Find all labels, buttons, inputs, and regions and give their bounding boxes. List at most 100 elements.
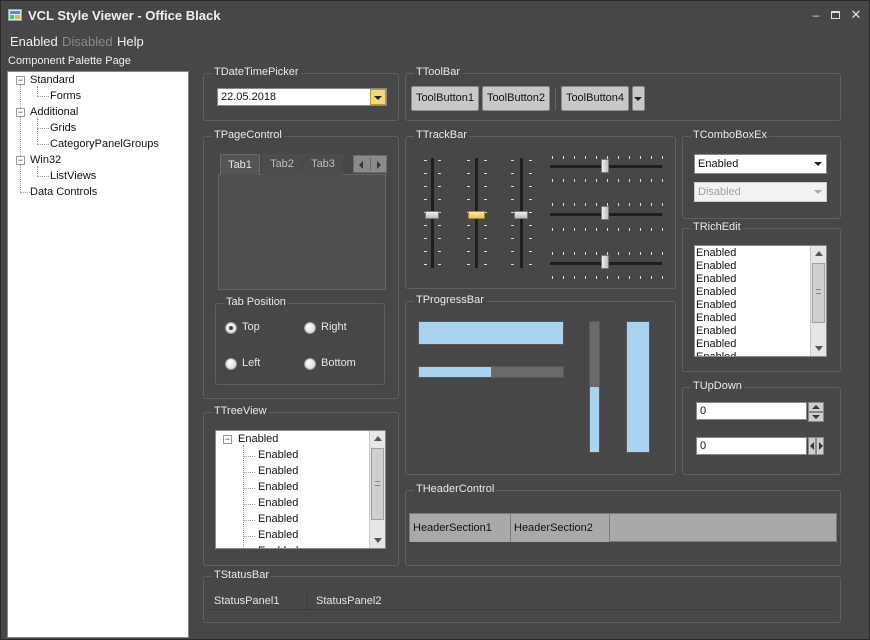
trackbar-horizontal-2[interactable] [601, 206, 609, 220]
date-input[interactable]: 22.05.2018 [217, 88, 387, 106]
updown-up-button[interactable] [808, 402, 824, 412]
arrow-right-icon [819, 442, 823, 450]
header-section-2[interactable]: HeaderSection2 [511, 514, 610, 542]
minimize-icon[interactable]: – [807, 7, 825, 23]
scroll-up-icon[interactable] [374, 436, 382, 441]
tab-scroll-buttons[interactable] [353, 155, 387, 173]
toolbutton1[interactable]: ToolButton1 [411, 86, 479, 111]
scroll-up-icon[interactable] [815, 251, 823, 256]
arrow-left-icon[interactable] [359, 161, 363, 169]
tab-sheet [218, 174, 386, 290]
trackbar-vertical-3[interactable] [514, 211, 528, 219]
treeview-item[interactable]: Enabled [258, 513, 298, 525]
comboboxex-group-title: TComboBoxEx [691, 129, 769, 141]
richedit-line: Enabled [696, 312, 737, 324]
updown-group-title: TUpDown [691, 380, 744, 392]
updown-input-vertical[interactable]: 0 [696, 402, 807, 420]
component-palette-tree[interactable]: − Standard Forms − Additional Grids Cate… [7, 71, 189, 638]
comboboxex-disabled-value: Disabled [698, 186, 741, 198]
status-bar: StatusPanel1 StatusPanel2 [207, 591, 832, 610]
radio-top[interactable] [225, 322, 237, 334]
tab-1[interactable]: Tab1 [220, 154, 260, 175]
trackbar-vertical-2[interactable] [468, 211, 485, 219]
trackbar-horizontal-3[interactable] [601, 255, 609, 269]
tree-node-grids[interactable]: Grids [50, 122, 76, 134]
tree-node-categorypanelgroups[interactable]: CategoryPanelGroups [50, 138, 159, 150]
progressbar-vertical-partial [589, 321, 600, 453]
collapse-icon[interactable]: − [16, 108, 25, 117]
richedit-box[interactable]: Enabled Enabled Enabled Enabled Enabled Enabl… [694, 245, 827, 357]
header-section-1[interactable]: HeaderSection1 [410, 514, 511, 542]
trackbar-vertical-1[interactable] [425, 211, 439, 219]
tree-node-standard[interactable]: Standard [30, 74, 75, 86]
toolbutton4[interactable]: ToolButton4 [561, 86, 629, 111]
comboboxex-enabled[interactable]: Enabled [694, 154, 827, 174]
treeview-item[interactable]: Enabled [258, 465, 298, 477]
tabposition-group [215, 303, 385, 385]
tree-node-additional[interactable]: Additional [30, 106, 78, 118]
treeview-item[interactable]: Enabled [258, 449, 298, 461]
richedit-line: Enabled [696, 286, 737, 298]
updown-left-button[interactable] [808, 437, 816, 455]
tab-2[interactable]: Tab2 [262, 154, 302, 175]
menu-help[interactable]: Help [117, 34, 144, 49]
updown-right-button[interactable] [816, 437, 824, 455]
radio-left[interactable] [225, 358, 237, 370]
tab-3[interactable]: Tab3 [303, 154, 343, 175]
radio-top-label: Top [242, 321, 260, 333]
collapse-icon[interactable]: − [223, 435, 232, 444]
close-icon[interactable]: ✕ [847, 7, 865, 23]
richedit-group-title: TRichEdit [691, 221, 743, 233]
date-dropdown-button[interactable] [370, 89, 386, 105]
scroll-thumb[interactable] [371, 448, 384, 520]
title-bar[interactable]: VCL Style Viewer - Office Black – ✕ [1, 1, 869, 30]
radio-right-label: Right [321, 321, 347, 333]
tree-node-data-controls[interactable]: Data Controls [30, 186, 97, 198]
status-panel-2: StatusPanel2 [316, 595, 382, 607]
arrow-left-icon [810, 442, 814, 450]
pagecontrol-group-title: TPageControl [212, 129, 284, 141]
scroll-thumb[interactable] [812, 263, 825, 323]
toolbutton4-dropdown[interactable] [632, 86, 645, 111]
radio-right[interactable] [304, 322, 316, 334]
collapse-icon[interactable]: − [16, 76, 25, 85]
richedit-line: Enabled [696, 247, 737, 259]
treeview-item[interactable]: Enabled [258, 481, 298, 493]
scroll-down-icon[interactable] [374, 538, 382, 543]
maximize-icon[interactable] [827, 7, 845, 23]
updown-value-1: 0 [700, 405, 707, 417]
palette-title: Component Palette Page [8, 55, 131, 67]
trackbar-horizontal-1[interactable] [601, 159, 609, 173]
updown-input-horizontal[interactable]: 0 [696, 437, 807, 455]
menu-disabled[interactable]: Disabled [62, 34, 113, 49]
richedit-line: Enabled [696, 299, 737, 311]
updown-value-2: 0 [700, 440, 707, 452]
menu-enabled[interactable]: Enabled [10, 34, 58, 49]
treeview-item[interactable]: Enabled [258, 497, 298, 509]
progressbar-horizontal-full [418, 321, 564, 345]
treeview-item[interactable]: Enabled [258, 545, 298, 548]
collapse-icon[interactable]: − [16, 156, 25, 165]
comboboxex-disabled[interactable]: Disabled [694, 182, 827, 202]
chevron-down-icon [374, 96, 382, 100]
chevron-down-icon[interactable] [814, 162, 822, 166]
header-control: HeaderSection1 HeaderSection2 [409, 513, 837, 542]
arrow-right-icon[interactable] [377, 161, 381, 169]
scroll-down-icon[interactable] [815, 346, 823, 351]
treeview-scrollbar[interactable] [369, 431, 385, 548]
richedit-line: Enabled [696, 325, 737, 337]
tree-node-forms[interactable]: Forms [50, 90, 81, 102]
radio-bottom[interactable] [304, 358, 316, 370]
treeview-item[interactable]: Enabled [258, 529, 298, 541]
updown-down-button[interactable] [808, 412, 824, 422]
treeview-box[interactable]: − Enabled Enabled Enabled Enabled Enabled En… [215, 430, 386, 549]
toolbutton2[interactable]: ToolButton2 [482, 86, 550, 111]
richedit-line: Enabled [696, 351, 737, 357]
trackbars [405, 136, 676, 289]
treeview-root[interactable]: Enabled [238, 433, 278, 445]
tree-node-listviews[interactable]: ListViews [50, 170, 96, 182]
richedit-scrollbar[interactable] [810, 246, 826, 356]
tree-node-win32[interactable]: Win32 [30, 154, 61, 166]
comboboxex-enabled-value: Enabled [698, 158, 739, 170]
radio-left-label: Left [242, 357, 261, 369]
